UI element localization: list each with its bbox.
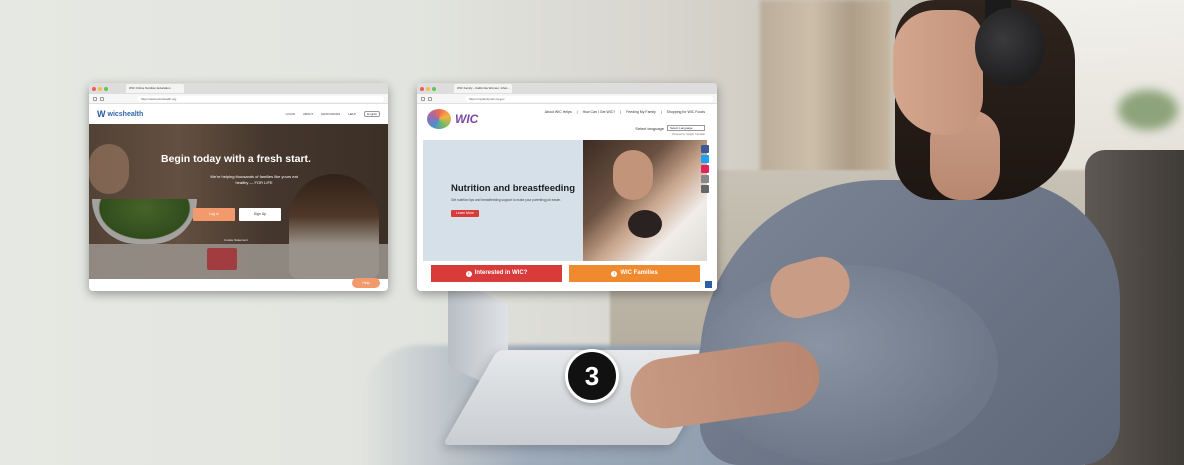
language-select[interactable]: English — [364, 111, 380, 117]
address-bar: https://www.wicshealth.org — [89, 94, 388, 104]
site-nav: About WIC Helps | How Can I Get WIC? | F… — [545, 110, 705, 114]
browser-window-wicshealth: WIC Online Nutrition Education https://w… — [89, 83, 388, 291]
headphones-icon — [975, 8, 1045, 86]
language-label: Select language — [635, 125, 664, 131]
back-icon[interactable] — [93, 96, 97, 101]
nav-about-wic[interactable]: About WIC Helps — [545, 110, 572, 114]
wic-families-button[interactable]: › WIC Families — [569, 265, 700, 282]
learn-more-button[interactable]: Learn More — [451, 210, 479, 217]
nav-shopping[interactable]: Shopping for WIC Foods — [667, 110, 705, 114]
maximize-icon[interactable] — [432, 86, 436, 91]
nav-help[interactable]: HELP — [348, 112, 356, 116]
close-icon[interactable] — [420, 86, 424, 91]
nav-divider: | — [620, 110, 622, 114]
wic-logo: WIC — [455, 112, 479, 126]
twitter-icon[interactable] — [701, 155, 709, 163]
nav-divider: | — [576, 110, 578, 114]
language-selector: Select language Select Language — [635, 125, 705, 131]
nav-feeding[interactable]: Feeding My Family — [626, 110, 656, 114]
help-button[interactable]: Help — [352, 278, 380, 288]
cdph-logo-icon — [427, 109, 451, 129]
browser-tab[interactable]: WIC Family - California Women, Infan... — [454, 84, 512, 93]
social-bar — [701, 145, 709, 193]
email-icon[interactable] — [701, 175, 709, 183]
minimize-icon[interactable] — [426, 86, 430, 91]
plant — [1118, 90, 1178, 130]
pinterest-icon[interactable] — [701, 165, 709, 173]
site-logo[interactable]: W wicshealth — [97, 109, 143, 119]
title-bar: WIC Online Nutrition Education — [89, 83, 388, 94]
hero-photo-mother — [613, 150, 653, 200]
hero-text: Get nutrition tips and breastfeeding sup… — [451, 198, 562, 202]
nav-resources[interactable]: RESOURCES — [321, 112, 340, 116]
minimize-icon[interactable] — [98, 86, 102, 91]
arrow-circle-icon: › — [465, 270, 472, 277]
hero-banner: Begin today with a fresh start. We're he… — [89, 124, 388, 279]
nav-divider: | — [660, 110, 662, 114]
hero-overlay — [89, 124, 388, 279]
close-icon[interactable] — [92, 86, 96, 91]
title-bar: WIC Family - California Women, Infan... — [417, 83, 717, 94]
hero-photo-breastfeeding — [583, 140, 707, 261]
browser-window-wic: WIC Family - California Women, Infan... … — [417, 83, 717, 291]
interested-in-wic-button[interactable]: › Interested in WIC? — [431, 265, 562, 282]
hero-title: Nutrition and breastfeeding — [451, 183, 576, 194]
nav-about[interactable]: ABOUT — [303, 112, 313, 116]
back-icon[interactable] — [421, 96, 425, 101]
w-logo-icon: W — [97, 109, 106, 119]
maximize-icon[interactable] — [104, 86, 108, 91]
cookie-link[interactable]: Cookie Statement — [224, 238, 248, 242]
hero-subtitle: We're helping thousands of families like… — [210, 174, 298, 185]
face — [893, 10, 983, 135]
signup-button[interactable]: Sign Up — [239, 208, 281, 221]
share-icon[interactable] — [701, 185, 709, 193]
language-dropdown[interactable]: Select Language — [667, 125, 705, 131]
translate-credit: Powered by Google Translate — [672, 133, 705, 136]
hero-photo-baby — [628, 210, 662, 238]
url-field[interactable]: https://www.wicshealth.org — [137, 95, 384, 102]
forward-icon[interactable] — [100, 96, 104, 101]
site-logo[interactable]: WIC — [427, 109, 478, 129]
browser-tab[interactable]: WIC Online Nutrition Education — [126, 84, 184, 93]
facebook-icon[interactable] — [701, 145, 709, 153]
url-field[interactable]: https://myfamily.wic.ca.gov — [465, 95, 713, 102]
site-nav: LOGIN ABOUT RESOURCES HELP English — [286, 111, 380, 117]
site-header: W wicshealth LOGIN ABOUT RESOURCES HELP … — [89, 104, 388, 124]
hero-banner: Nutrition and breastfeeding Get nutritio… — [423, 140, 707, 261]
address-bar: https://myfamily.wic.ca.gov — [417, 94, 717, 104]
forward-icon[interactable] — [428, 96, 432, 101]
arrow-circle-icon: › — [611, 270, 618, 277]
nav-get-wic[interactable]: How Can I Get WIC? — [583, 110, 616, 114]
accessibility-icon[interactable] — [705, 281, 712, 288]
hero-title: Begin today with a fresh start. — [161, 153, 311, 165]
login-button[interactable]: Log in — [193, 208, 235, 221]
site-header: WIC About WIC Helps | How Can I Get WIC?… — [417, 104, 717, 140]
step-number-badge: 3 — [565, 349, 619, 403]
nav-login[interactable]: LOGIN — [286, 112, 295, 116]
